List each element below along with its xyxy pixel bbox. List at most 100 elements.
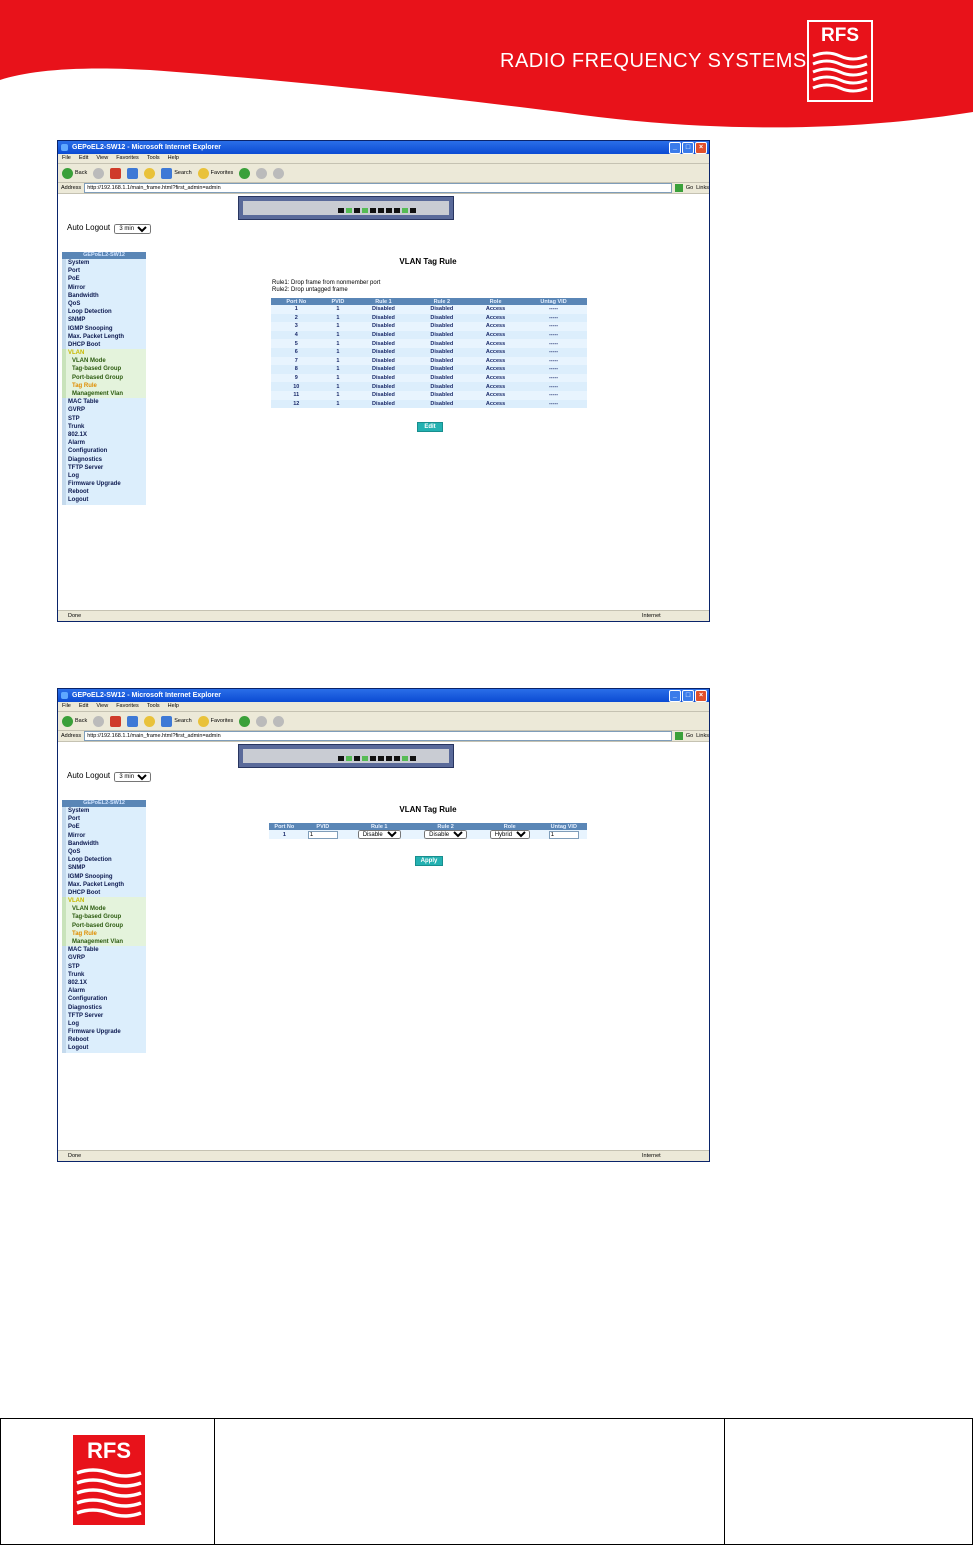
sidebar-item-8021x[interactable]: 802.1X [62, 430, 146, 440]
sidebar-item-max-packet-length[interactable]: Max. Packet Length [62, 880, 146, 889]
sidebar-item-tag-rule[interactable]: Tag Rule [62, 929, 146, 938]
minimize-button[interactable]: _ [669, 142, 681, 154]
sidebar-item-qos[interactable]: QoS [62, 299, 146, 309]
sidebar-item-mac-table[interactable]: MAC Table [62, 398, 146, 407]
search-button[interactable]: Search [161, 715, 192, 727]
menu-edit[interactable]: Edit [79, 702, 88, 711]
sidebar-item-max-packet-length[interactable]: Max. Packet Length [62, 332, 146, 341]
sidebar-item-gvrp[interactable]: GVRP [62, 406, 146, 415]
home-icon[interactable] [144, 715, 156, 727]
favorites-button[interactable]: Favorites [197, 715, 233, 727]
refresh-icon[interactable] [127, 167, 139, 179]
menu-help[interactable]: Help [168, 154, 179, 163]
sidebar-item-vlan-mode[interactable]: VLAN Mode [62, 905, 146, 914]
sidebar-item-reboot[interactable]: Reboot [62, 488, 146, 497]
sidebar-item-vlan-mode[interactable]: VLAN Mode [62, 357, 146, 366]
sidebar-item-dhcp-boot[interactable]: DHCP Boot [62, 888, 146, 898]
go-icon[interactable] [674, 732, 683, 740]
back-button[interactable]: Back [62, 167, 87, 179]
sidebar-item-tftp-server[interactable]: TFTP Server [62, 1011, 146, 1020]
edit-button[interactable]: Edit [417, 422, 443, 432]
sidebar-item-configuration[interactable]: Configuration [62, 995, 146, 1004]
sidebar-item-bandwidth[interactable]: Bandwidth [62, 291, 146, 300]
print-icon[interactable] [273, 167, 285, 179]
sidebar-item-diagnostics[interactable]: Diagnostics [62, 455, 146, 464]
sidebar-item-logout[interactable]: Logout [62, 1044, 146, 1053]
rule1-select[interactable]: Disable [357, 830, 401, 839]
sidebar-item-mirror[interactable]: Mirror [62, 283, 146, 292]
sidebar-item-8021x[interactable]: 802.1X [62, 978, 146, 988]
sidebar-item-vlan[interactable]: VLAN [62, 897, 146, 906]
sidebar-item-system[interactable]: System [62, 259, 146, 268]
sidebar-item-firmware-upgrade[interactable]: Firmware Upgrade [62, 1028, 146, 1037]
go-label[interactable]: Go [686, 185, 693, 191]
menu-help[interactable]: Help [168, 702, 179, 711]
home-icon[interactable] [144, 167, 156, 179]
sidebar-item-log[interactable]: Log [62, 1019, 146, 1029]
search-button[interactable]: Search [161, 167, 192, 179]
sidebar-item-management-vlan[interactable]: Management Vlan [62, 938, 146, 947]
sidebar-item-vlan[interactable]: VLAN [62, 349, 146, 358]
sidebar-item-log[interactable]: Log [62, 471, 146, 481]
menu-file[interactable]: File [62, 154, 71, 163]
sidebar-item-bandwidth[interactable]: Bandwidth [62, 839, 146, 848]
sidebar-item-port-based-group[interactable]: Port-based Group [62, 373, 146, 382]
menu-file[interactable]: File [62, 702, 71, 711]
untag-vid-input[interactable] [548, 830, 579, 839]
menu-favorites[interactable]: Favorites [116, 702, 139, 711]
menu-view[interactable]: View [96, 702, 108, 711]
refresh-icon[interactable] [127, 715, 139, 727]
sidebar-item-tag-based-group[interactable]: Tag-based Group [62, 913, 146, 922]
sidebar-item-igmp-snooping[interactable]: IGMP Snooping [62, 872, 146, 881]
address-input[interactable]: http://192.168.1.1/main_frame.html?first… [84, 731, 672, 741]
menu-tools[interactable]: Tools [147, 702, 160, 711]
sidebar-item-igmp-snooping[interactable]: IGMP Snooping [62, 324, 146, 333]
menu-edit[interactable]: Edit [79, 154, 88, 163]
sidebar-item-tag-based-group[interactable]: Tag-based Group [62, 365, 146, 374]
history-icon[interactable] [239, 167, 251, 179]
menu-view[interactable]: View [96, 154, 108, 163]
role-select[interactable]: Hybrid [489, 830, 530, 839]
menu-favorites[interactable]: Favorites [116, 154, 139, 163]
mail-icon[interactable] [256, 715, 268, 727]
sidebar-item-poe[interactable]: PoE [62, 275, 146, 284]
address-input[interactable]: http://192.168.1.1/main_frame.html?first… [84, 183, 672, 193]
sidebar-item-trunk[interactable]: Trunk [62, 422, 146, 431]
mail-icon[interactable] [256, 167, 268, 179]
sidebar-item-tag-rule[interactable]: Tag Rule [62, 381, 146, 390]
sidebar-item-logout[interactable]: Logout [62, 496, 146, 505]
links-label[interactable]: Links [696, 185, 709, 191]
pvid-input[interactable] [307, 830, 338, 839]
links-label[interactable]: Links [696, 733, 709, 739]
sidebar-item-alarm[interactable]: Alarm [62, 987, 146, 996]
apply-button[interactable]: Apply [415, 856, 443, 866]
forward-icon[interactable] [93, 167, 105, 179]
sidebar-item-diagnostics[interactable]: Diagnostics [62, 1003, 146, 1012]
maximize-button[interactable]: □ [682, 690, 694, 702]
close-button[interactable]: × [695, 690, 707, 702]
sidebar-item-gvrp[interactable]: GVRP [62, 954, 146, 963]
sidebar-item-loop-detection[interactable]: Loop Detection [62, 308, 146, 317]
sidebar-item-mac-table[interactable]: MAC Table [62, 946, 146, 955]
auto-logout-select[interactable]: 3 min [114, 772, 152, 782]
history-icon[interactable] [239, 715, 251, 727]
sidebar-item-qos[interactable]: QoS [62, 847, 146, 857]
sidebar-item-firmware-upgrade[interactable]: Firmware Upgrade [62, 480, 146, 489]
sidebar-item-loop-detection[interactable]: Loop Detection [62, 856, 146, 865]
stop-icon[interactable] [110, 715, 122, 727]
sidebar-item-snmp[interactable]: SNMP [62, 316, 146, 325]
favorites-button[interactable]: Favorites [197, 167, 233, 179]
sidebar-item-snmp[interactable]: SNMP [62, 864, 146, 873]
go-label[interactable]: Go [686, 733, 693, 739]
maximize-button[interactable]: □ [682, 142, 694, 154]
auto-logout-select[interactable]: 3 min [114, 224, 152, 234]
sidebar-item-port[interactable]: Port [62, 815, 146, 824]
sidebar-item-configuration[interactable]: Configuration [62, 447, 146, 456]
sidebar-item-tftp-server[interactable]: TFTP Server [62, 463, 146, 472]
close-button[interactable]: × [695, 142, 707, 154]
go-icon[interactable] [674, 184, 683, 192]
forward-icon[interactable] [93, 715, 105, 727]
sidebar-item-reboot[interactable]: Reboot [62, 1036, 146, 1045]
sidebar-item-port-based-group[interactable]: Port-based Group [62, 921, 146, 930]
sidebar-item-poe[interactable]: PoE [62, 823, 146, 832]
